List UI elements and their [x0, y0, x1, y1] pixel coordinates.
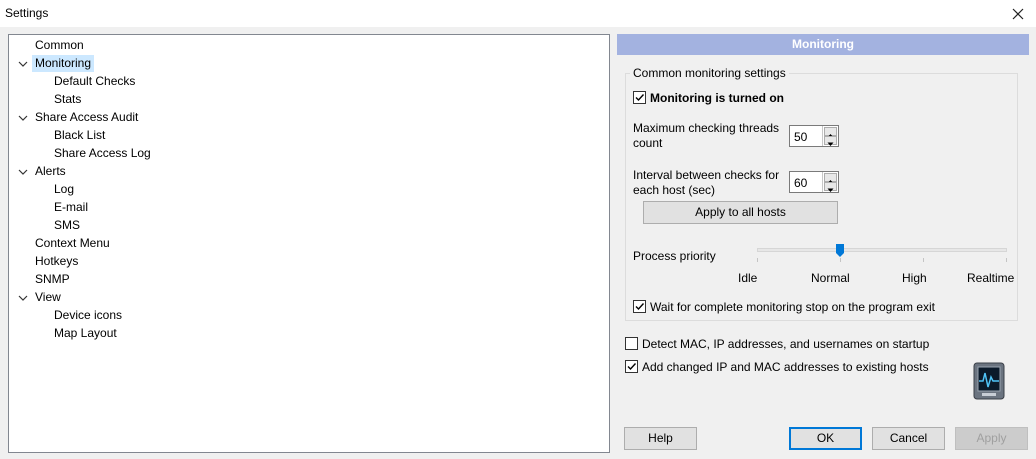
- window-title: Settings: [5, 6, 49, 20]
- interval-stepper[interactable]: 60: [789, 171, 839, 193]
- ok-button[interactable]: OK: [789, 427, 862, 450]
- checkmark-icon: [635, 303, 645, 311]
- chevron-down-icon[interactable]: [17, 58, 29, 70]
- max-threads-label-1: Maximum checking threads: [633, 121, 780, 135]
- tree-item-default-checks[interactable]: Default Checks: [51, 73, 138, 90]
- tree-item-hotkeys[interactable]: Hotkeys: [32, 253, 81, 270]
- wait-stop-checkbox[interactable]: [633, 300, 646, 313]
- detect-mac-checkbox[interactable]: [625, 337, 638, 350]
- add-changed-label: Add changed IP and MAC addresses to exis…: [642, 360, 929, 374]
- close-icon: [1012, 8, 1024, 19]
- detect-mac-label: Detect MAC, IP addresses, and usernames …: [642, 337, 930, 351]
- tree-item-black-list[interactable]: Black List: [51, 127, 108, 144]
- monitoring-on-label: Monitoring is turned on: [650, 91, 784, 105]
- priority-tick: [840, 258, 841, 262]
- chevron-down-icon[interactable]: [17, 112, 29, 124]
- wait-stop-label: Wait for complete monitoring stop on the…: [650, 300, 936, 314]
- priority-tick: [923, 258, 924, 262]
- chevron-down-icon[interactable]: [17, 166, 29, 178]
- tree-item-alerts[interactable]: Alerts: [32, 163, 69, 180]
- apply-button[interactable]: Apply: [955, 427, 1028, 450]
- priority-level-normal: Normal: [811, 271, 850, 285]
- tree-item-sms[interactable]: SMS: [51, 217, 83, 234]
- apply-to-all-hosts-button[interactable]: Apply to all hosts: [643, 201, 838, 224]
- monitoring-on-checkbox[interactable]: [633, 91, 646, 104]
- checkmark-icon: [635, 94, 645, 102]
- priority-slider-thumb[interactable]: [836, 244, 844, 257]
- tree-item-view[interactable]: View: [32, 289, 64, 306]
- interval-value: 60: [794, 176, 808, 190]
- process-priority-label: Process priority: [633, 249, 716, 263]
- settings-tree[interactable]: Common Monitoring Default Checks Stats S…: [8, 34, 610, 453]
- arrow-down-icon: [827, 188, 834, 192]
- interval-down-button[interactable]: [824, 182, 837, 192]
- arrow-down-icon: [827, 142, 834, 146]
- tree-item-context-menu[interactable]: Context Menu: [32, 235, 113, 252]
- priority-level-idle: Idle: [738, 271, 758, 285]
- priority-level-realtime: Realtime: [967, 271, 1015, 285]
- tree-item-share-access-audit[interactable]: Share Access Audit: [32, 109, 141, 126]
- tree-item-common[interactable]: Common: [32, 37, 87, 54]
- tree-item-log[interactable]: Log: [51, 181, 77, 198]
- monitor-app-icon: [973, 362, 1005, 400]
- tree-item-share-access-log[interactable]: Share Access Log: [51, 145, 154, 162]
- priority-level-high: High: [902, 271, 927, 285]
- max-threads-label-2: count: [633, 136, 663, 150]
- tree-item-map-layout[interactable]: Map Layout: [51, 325, 120, 342]
- max-threads-up-button[interactable]: [824, 127, 837, 138]
- interval-label-2: each host (sec): [633, 183, 716, 197]
- tree-item-stats[interactable]: Stats: [51, 91, 84, 108]
- chevron-down-icon[interactable]: [17, 292, 29, 304]
- max-threads-value: 50: [794, 130, 808, 144]
- interval-up-button[interactable]: [824, 173, 837, 184]
- max-threads-down-button[interactable]: [824, 136, 837, 146]
- checkmark-icon: [627, 363, 637, 371]
- tree-item-email[interactable]: E-mail: [51, 199, 91, 216]
- tree-item-snmp[interactable]: SNMP: [32, 271, 73, 288]
- tree-item-monitoring[interactable]: Monitoring: [32, 55, 95, 72]
- max-threads-stepper[interactable]: 50: [789, 125, 839, 147]
- tree-item-device-icons[interactable]: Device icons: [51, 307, 125, 324]
- title-bar: Settings: [0, 0, 1036, 27]
- cancel-button[interactable]: Cancel: [872, 427, 945, 450]
- interval-label-1: Interval between checks for: [633, 168, 780, 182]
- panel-header: Monitoring: [617, 34, 1029, 55]
- priority-tick: [1006, 258, 1007, 262]
- group-label: Common monitoring settings: [630, 66, 789, 80]
- add-changed-checkbox[interactable]: [625, 360, 638, 373]
- priority-slider[interactable]: [757, 248, 1007, 252]
- priority-tick: [757, 258, 758, 262]
- help-button[interactable]: Help: [624, 427, 697, 450]
- close-button[interactable]: [1000, 0, 1036, 27]
